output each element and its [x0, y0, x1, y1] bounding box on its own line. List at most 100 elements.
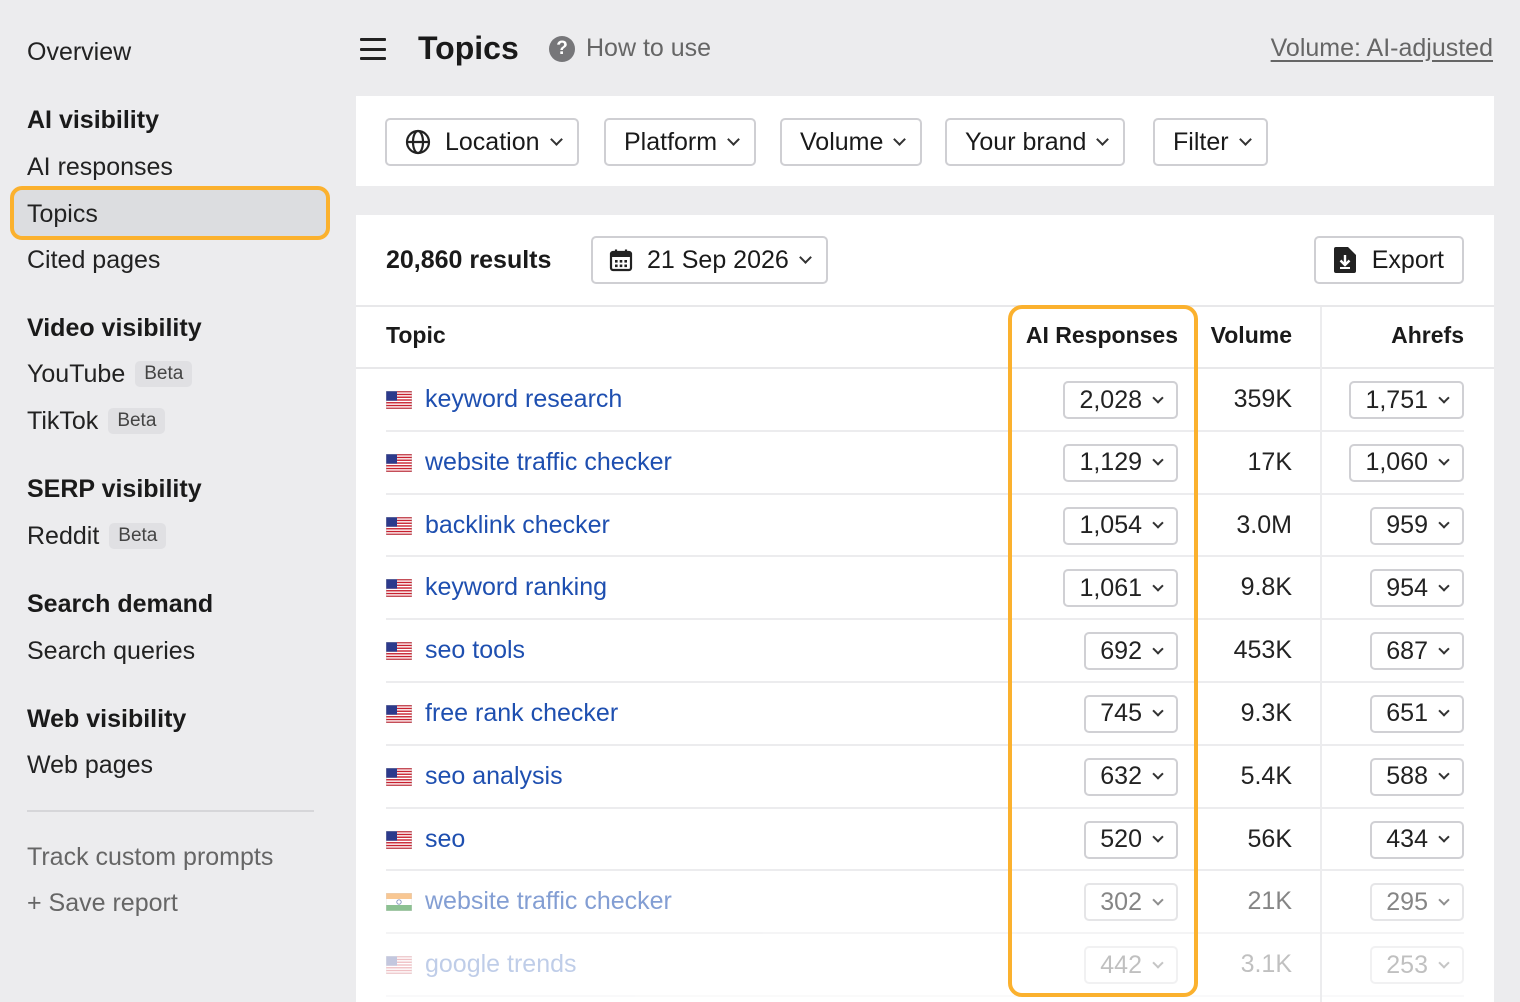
ai-responses-dropdown[interactable]: 1,061	[1063, 569, 1178, 608]
ahrefs-dropdown[interactable]: 687	[1370, 632, 1464, 671]
download-file-icon	[1333, 247, 1356, 273]
topic-link[interactable]: seo tools	[425, 636, 525, 665]
ai-responses-dropdown[interactable]: 2,028	[1063, 381, 1178, 419]
ahrefs-value: 1,751	[1365, 385, 1428, 414]
how-to-use-link[interactable]: How to use	[586, 34, 711, 63]
topic-link[interactable]: backlink checker	[425, 511, 610, 540]
sidebar-item-cited-pages[interactable]: Cited pages	[27, 245, 160, 275]
results-count: 20,860 results	[386, 246, 552, 274]
ahrefs-dropdown[interactable]: 651	[1370, 694, 1464, 733]
topic-link[interactable]: website traffic checker	[425, 448, 672, 477]
volume-value: 9.3K	[1240, 698, 1292, 727]
ahrefs-dropdown[interactable]: 588	[1370, 757, 1464, 796]
results-panel: 20,860 results 21 Sep 2026 Export Topic …	[356, 215, 1494, 1002]
ahrefs-dropdown[interactable]: 434	[1370, 820, 1464, 859]
sidebar-item-reddit[interactable]: Reddit Beta	[27, 521, 167, 551]
sidebar-item-ai-responses[interactable]: AI responses	[27, 152, 173, 182]
ai-responses-dropdown[interactable]: 442	[1084, 946, 1178, 985]
column-header-ai-responses[interactable]: AI Responses	[1026, 322, 1178, 349]
sidebar-item-youtube[interactable]: YouTube Beta	[27, 359, 193, 389]
divider	[356, 305, 1494, 307]
chevron-down-icon	[1152, 705, 1164, 718]
ai-responses-value: 632	[1100, 762, 1142, 791]
ahrefs-dropdown[interactable]: 295	[1370, 883, 1464, 922]
ai-responses-dropdown[interactable]: 692	[1084, 632, 1178, 671]
volume-value: 21K	[1247, 887, 1292, 916]
ahrefs-dropdown[interactable]: 253	[1370, 946, 1464, 985]
app-root: Overview AI visibility AI responses Topi…	[0, 0, 1520, 1002]
question-circle-icon[interactable]: ?	[549, 36, 575, 62]
volume-filter-button[interactable]: Volume	[780, 118, 923, 166]
location-filter-button[interactable]: Location	[385, 118, 579, 166]
calendar-icon	[609, 249, 633, 272]
volume-value: 453K	[1233, 636, 1292, 665]
topic-link[interactable]: free rank checker	[425, 699, 618, 728]
track-custom-prompts-link[interactable]: Track custom prompts	[27, 842, 273, 872]
topic-link[interactable]: seo analysis	[425, 762, 563, 791]
ai-responses-value: 2,028	[1079, 385, 1142, 414]
chevron-down-icon	[1438, 391, 1450, 404]
topic-link[interactable]: keyword ranking	[425, 573, 607, 602]
chevron-down-icon	[1152, 894, 1164, 906]
ai-responses-dropdown[interactable]: 1,054	[1063, 506, 1178, 545]
column-header-ahrefs[interactable]: Ahrefs	[1391, 322, 1464, 349]
table-row: keyword ranking 1,061 9.8K 954	[356, 557, 1494, 620]
ai-responses-dropdown[interactable]: 302	[1084, 883, 1178, 922]
sidebar-divider	[27, 810, 314, 812]
ai-responses-dropdown[interactable]: 745	[1084, 694, 1178, 733]
table-row: seo 520 56K 434	[356, 809, 1494, 872]
sidebar-item-topics[interactable]: Topics	[27, 199, 98, 229]
chevron-down-icon	[1438, 831, 1450, 843]
ahrefs-value: 959	[1386, 511, 1428, 540]
topic-link[interactable]: seo	[425, 825, 465, 854]
table-row: website traffic checker 1,129 17K 1,060	[356, 432, 1494, 495]
ai-responses-dropdown[interactable]: 632	[1084, 757, 1178, 796]
volume-value: 9.8K	[1240, 573, 1292, 602]
sidebar-item-overview[interactable]: Overview	[27, 37, 131, 67]
sidebar-heading-serp-visibility: SERP visibility	[27, 475, 202, 503]
volume-value: 56K	[1247, 824, 1292, 853]
volume-value: 3.0M	[1236, 510, 1292, 539]
sidebar-heading-ai-visibility: AI visibility	[27, 106, 159, 134]
save-report-link[interactable]: + Save report	[27, 888, 178, 918]
ai-responses-value: 442	[1100, 950, 1142, 979]
ahrefs-value: 588	[1386, 762, 1428, 791]
column-header-topic[interactable]: Topic	[386, 322, 446, 349]
volume-mode-link[interactable]: Volume: AI-adjusted	[1271, 34, 1493, 63]
ai-responses-dropdown[interactable]: 1,129	[1063, 443, 1178, 482]
topic-link[interactable]: website traffic checker	[425, 887, 672, 916]
sidebar-item-label: TikTok	[27, 407, 99, 435]
topic-link[interactable]: keyword research	[425, 385, 622, 414]
menu-icon[interactable]	[360, 38, 386, 60]
us-flag-icon	[385, 704, 413, 724]
ai-responses-dropdown[interactable]: 520	[1084, 820, 1178, 859]
your-brand-filter-button[interactable]: Your brand	[945, 118, 1126, 166]
beta-badge: Beta	[109, 523, 167, 549]
ahrefs-dropdown[interactable]: 954	[1370, 569, 1464, 608]
export-button[interactable]: Export	[1313, 236, 1464, 284]
ahrefs-value: 295	[1386, 887, 1428, 916]
ai-responses-value: 302	[1100, 887, 1142, 916]
india-flag-icon	[385, 893, 413, 912]
us-flag-icon	[385, 641, 413, 661]
globe-icon	[405, 129, 431, 155]
table-row: website traffic checker 302 21K 295	[356, 871, 1494, 934]
filter-button[interactable]: Filter	[1153, 118, 1268, 166]
chevron-down-icon	[1438, 957, 1450, 969]
topic-link[interactable]: google trends	[425, 950, 577, 979]
ahrefs-dropdown[interactable]: 959	[1370, 506, 1464, 545]
chevron-down-icon	[1152, 643, 1164, 655]
date-picker-button[interactable]: 21 Sep 2026	[591, 236, 828, 284]
platform-filter-button[interactable]: Platform	[604, 118, 757, 166]
sidebar-item-search-queries[interactable]: Search queries	[27, 636, 195, 666]
sidebar: Overview AI visibility AI responses Topi…	[0, 0, 340, 1002]
column-header-volume[interactable]: Volume	[1211, 322, 1292, 349]
ahrefs-dropdown[interactable]: 1,060	[1349, 443, 1464, 482]
chevron-down-icon	[1152, 391, 1164, 404]
us-flag-icon	[385, 453, 413, 473]
ai-responses-value: 692	[1100, 636, 1142, 665]
ahrefs-dropdown[interactable]: 1,751	[1349, 381, 1464, 419]
sidebar-item-web-pages[interactable]: Web pages	[27, 750, 153, 780]
sidebar-item-tiktok[interactable]: TikTok Beta	[27, 406, 166, 436]
ahrefs-value: 954	[1386, 573, 1428, 602]
